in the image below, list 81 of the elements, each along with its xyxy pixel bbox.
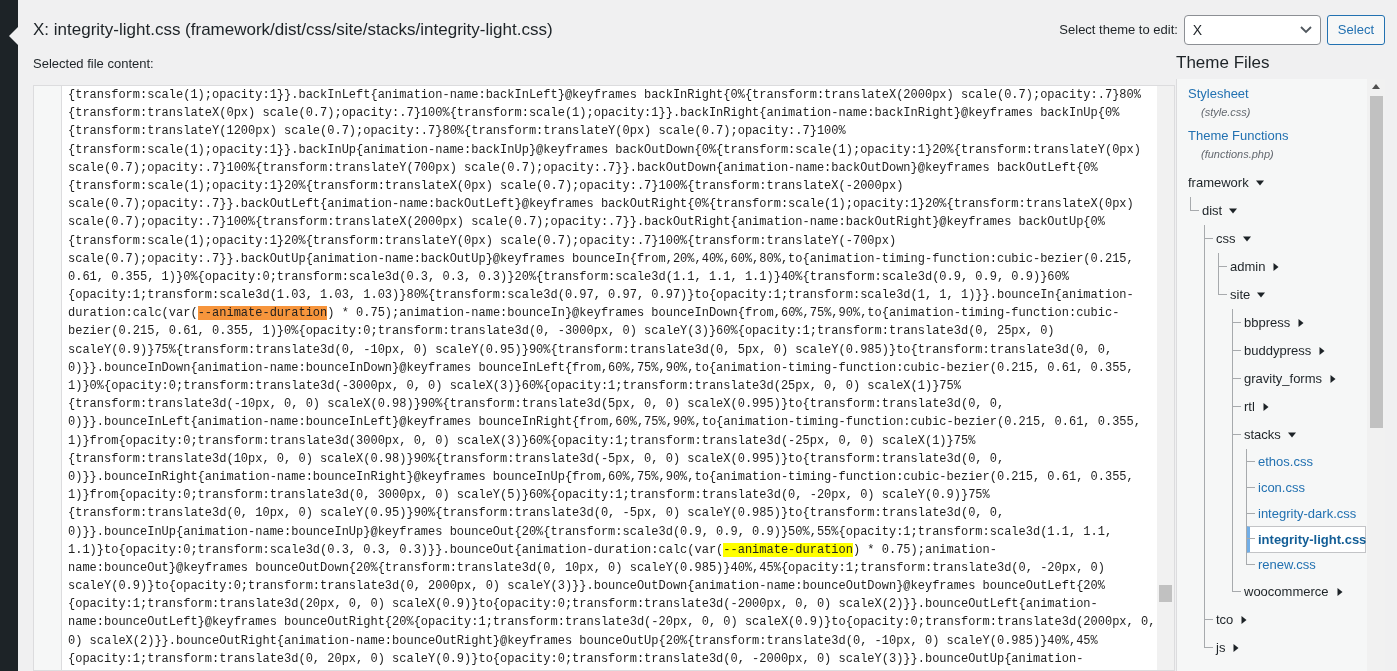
template-link[interactable]: Stylesheet <box>1188 85 1249 103</box>
folder-item[interactable]: js <box>1216 634 1241 662</box>
code-line: name:bounceOutLeft}@keyframes bounceOutRight{20%{opacity:1;transform:translate3d(-20px, 0, 0) scaleX(0.9)}to{opacity:0;transform:translate3d(2000px, 0, <box>68 614 1157 632</box>
file-item[interactable]: integrity-dark.css <box>1258 501 1357 527</box>
code-line: 0)}}.bounceInRight{animation-name:bounceInRight}@keyframes bounceInUp{from,60%,75%,90%,to{animation-timing-function:cubic-bezier(0.215, 0.61, 0.355, <box>68 468 1135 486</box>
code-line: {transform:scale(1);opacity:1}20%{transform:translateX(0px) scale(0.7);opacity:.7}100%{transform:translateX(-2000px) <box>68 177 905 195</box>
template-filename: (functions.php) <box>1200 147 1274 162</box>
template-link[interactable]: Theme Functions <box>1188 127 1289 145</box>
code-line: bezier(0.215, 0.61, 0.355, 1)}0%{opacity:0;transform:translate3d(0, -3000px, 0) scaleY(3)}60%{opacity:1;transform:translate3d(0, 25px, 0) <box>68 323 1056 341</box>
caret-right-icon <box>1272 263 1281 271</box>
caret-down-icon <box>1242 235 1251 243</box>
theme-files-heading: Theme Files <box>1176 52 1271 74</box>
code-line: {transform:scale(1);opacity:1}}.backInLeft{animation-name:backInLeft}@keyframes backInRight{0%{transform:translateX(2000px) scale(0.7);opacity:.7}80% <box>68 87 1142 104</box>
code-line: {transform:translateY(1200px) scale(0.7);opacity:.7}80%{transform:translateY(0px) scale(0.7);opacity:.7}100% <box>68 123 847 141</box>
chevron-down-icon <box>1299 26 1312 34</box>
code-line: 0)}}.bounceInDown{animation-name:bounceInDown}@keyframes bounceInLeft{from,60%,75%,90%,to{animation-timing-function:cubic-bezier(0.215, 0.61, 0.355, <box>68 359 1135 377</box>
folder-item[interactable]: gravity_forms <box>1244 365 1338 393</box>
scrollbar-thumb[interactable] <box>1369 96 1383 428</box>
caret-right-icon <box>1335 588 1344 596</box>
code-line: {opacity:1;transform:translate3d(20px, 0, 0) scaleX(0.9)}to{opacity:0;transform:translate3d(-2000px, 0, 0) scaleX(2)}}.bounceOutLeft{animation- <box>68 596 1099 614</box>
current-menu-arrow-icon <box>9 27 18 45</box>
code-line: scaleY(0.9)}to{opacity:0;transform:translate3d(0, 2000px, 0) scaleY(3)}}.bounceOutDown{animation-name:bounceOutDown}@keyframes bounceOutLeft{20% <box>68 578 1106 596</box>
folder-item[interactable]: bbpress <box>1244 309 1306 337</box>
caret-down-icon <box>1229 207 1238 215</box>
folder-item[interactable]: admin <box>1230 253 1281 281</box>
code-line: {opacity:1;transform:translate3d(0, 20px, 0) scaleY(0.9)}to{opacity:0;transform:translate3d(0, -2000px, 0) scaleY(3)}}.bounceOutUp{animation- <box>68 650 1085 668</box>
caret-right-icon <box>1318 347 1327 355</box>
code-line: scale(0.7);opacity:.7}100%{transform:translateY(700px) scale(0.7);opacity:.7}}.backOutDown{animation-name:backOutDown}@keyframes backOutLeft{0% <box>68 159 1099 177</box>
scrollbar[interactable] <box>1367 79 1385 671</box>
template-filename: (style.css) <box>1200 105 1251 120</box>
scrollbar-thumb[interactable] <box>1159 585 1172 602</box>
folder-item[interactable]: rtl <box>1244 393 1270 421</box>
file-item[interactable]: integrity-light.css <box>1246 526 1366 553</box>
folder-item[interactable]: tco <box>1216 606 1249 634</box>
code-line: {transform:scale(1);opacity:1}20%{transform:translateY(0px) scale(0.7);opacity:.7}100%{transform:translateY(-700px) <box>68 232 898 250</box>
code-line: 1)}0%{opacity:0;transform:translate3d(-3000px, 0, 0) scaleX(3)}60%{opacity:1;transform:translate3d(25px, 0, 0) scaleX(1)}75% <box>68 378 962 395</box>
caret-right-icon <box>1240 616 1249 624</box>
caret-down-icon <box>1257 291 1266 299</box>
scrollbar[interactable] <box>1157 86 1174 670</box>
code-line: scale(0.7);opacity:.7}100%{transform:translateX(2000px) scale(0.7);opacity:.7}}.backOutRight{animation-name:backOutRight}@keyframes backOutUp{0% <box>68 214 1106 232</box>
caret-right-icon <box>1261 403 1270 411</box>
file-item[interactable]: renew.css <box>1258 552 1316 578</box>
folder-item[interactable]: site <box>1230 281 1266 309</box>
code-line: {transform:translate3d(10px, 0, 0) scaleX(0.98)}90%{transform:translate3d(-5px, 0, 0) scaleX(0.995)}to{transform:translate3d(0, 0, <box>68 450 1006 468</box>
code-line: 1)}from{opacity:0;transform:translate3d(0, 3000px, 0) scaleY(5)}60%{opacity:1;transform:translate3d(0, -20px, 0) scaleY(0.9)}75% <box>68 487 991 505</box>
code-line: 0)}}.bounceInLeft{animation-name:bounceInLeft}@keyframes bounceInRight{from,60%,75%,90%,to{animation-timing-function:cubic-bezier(0.215, 0.61, 0.355, <box>68 414 1142 432</box>
folder-item[interactable]: buddypress <box>1244 337 1327 365</box>
code-line: 1)}from{opacity:0;transform:translate3d(3000px, 0, 0) scaleX(3)}60%{opacity:1;transform:translate3d(-25px, 0, 0) scaleX(1)}75% <box>68 432 977 450</box>
folder-item[interactable]: css <box>1216 225 1251 253</box>
folder-item[interactable]: framework <box>1188 169 1264 197</box>
caret-down-icon <box>1255 179 1264 187</box>
select-button[interactable]: Select <box>1326 15 1385 45</box>
file-item[interactable]: ethos.css <box>1258 449 1313 475</box>
caret-right-icon <box>1232 644 1241 652</box>
theme-dropdown[interactable]: X <box>1183 15 1321 45</box>
caret-right-icon <box>1297 319 1306 327</box>
code-line: scaleY(0.9)}75%{transform:translate3d(0, -10px, 0) scaleY(0.95)}90%{transform:translate3d(0, 5px, 0) scaleY(0.985)}to{transform:translate3d(0, 0, <box>68 341 1114 359</box>
caret-down-icon <box>1287 431 1296 439</box>
page-title: X: integrity-light.css (framework/dist/css/site/stacks/integrity-light.css) <box>33 19 553 41</box>
code-line: 0) scaleX(2)}}.bounceOutRight{animation-name:bounceOutRight}@keyframes bounceOutUp{20%{transform:translate3d(0, -10px, 0) scaleY(0.985)}40%,45% <box>68 632 1099 650</box>
code-line: {transform:scale(1);opacity:1}}.backInUp{animation-name:backInUp}@keyframes backOutDown{0%{transform:scale(1);opacity:1}20%{transform:translateY(0px) <box>68 141 1142 159</box>
select-theme-label: Select theme to edit: <box>1059 21 1178 40</box>
file-item[interactable]: icon.css <box>1258 475 1305 501</box>
code-line: scale(0.7);opacity:.7}}.backOutUp{animation-name:backOutUp}@keyframes bounceIn{from,20%,40%,60%,80%,to{animation-timing-function:cubic-bezier(0.215, <box>68 250 1135 268</box>
code-line: 0.61, 0.355, 1)}0%{opacity:0;transform:scale3d(0.3, 0.3, 0.3)}20%{transform:scale3d(1.1, 1.1, 1.1)}40%{transform:scale3d(0.9, 0.9, 0.9)}60% <box>68 268 1070 286</box>
code-line: {transform:translate3d(-10px, 0, 0) scaleX(0.98)}90%{transform:translate3d(5px, 0, 0) scaleX(0.995)}to{transform:translate3d(0, 0, <box>68 396 1006 414</box>
code-editor[interactable] <box>33 85 1175 671</box>
code-line: 0)}}.bounceInUp{animation-name:bounceInUp}@keyframes bounceOut{20%{transform:scale3d(0.9, 0.9, 0.9)}50%,55%{opacity:1;transform:scale3d(1.1, 1.1, <box>68 523 1114 541</box>
caret-right-icon <box>1329 375 1338 383</box>
file-content-label: Selected file content: <box>33 55 155 73</box>
code-line: duration:calc(var(--animate-duration) * 0.75);animation-name:bounceIn}@keyframes bounceInDown{from,60%,75%,90%,to{animation-timing-function:cubic- <box>68 305 1121 323</box>
folder-item[interactable]: dist <box>1202 197 1238 225</box>
code-line: {transform:translate3d(0, 10px, 0) scaleY(0.95)}90%{transform:translate3d(0, -5px, 0) scaleY(0.985)}to{transform:translate3d(0, 0, <box>68 505 1006 523</box>
code-line: 1.1)}to{opacity:0;transform:scale3d(0.3, 0.3, 0.3)}}.bounceOut{animation-duration:calc(var(--animate-duration) * 0.75);animation- <box>68 541 998 559</box>
folder-item[interactable]: stacks <box>1244 421 1296 449</box>
folder-item[interactable]: woocommerce <box>1244 578 1344 606</box>
code-line: {transform:translateX(0px) scale(0.7);opacity:.7}100%{transform:scale(1);opacity:1}}.backInRight{animation-name:backInRight}@keyframes backInUp{0% <box>68 105 1121 123</box>
code-line: name:bounceOut}@keyframes bounceOutDown{20%{transform:translate3d(0, 10px, 0) scaleY(0.985)}40%,45%{opacity:1;transform:translate3d(0, -20px, 0) <box>68 559 1106 577</box>
code-line: {opacity:1;transform:scale3d(1.03, 1.03, 1.03)}80%{transform:scale3d(0.97, 0.97, 0.97)}to{opacity:1;transform:scale3d(1, 1, 1)}}.bounceIn{animation- <box>68 287 1135 305</box>
scroll-up-icon[interactable] <box>1372 84 1380 89</box>
code-line: scale(0.7);opacity:.7}}.backOutLeft{animation-name:backOutLeft}@keyframes backOutRight{0%{transform:scale(1);opacity:1}20%{transform:translateX(0px) <box>68 196 1135 214</box>
